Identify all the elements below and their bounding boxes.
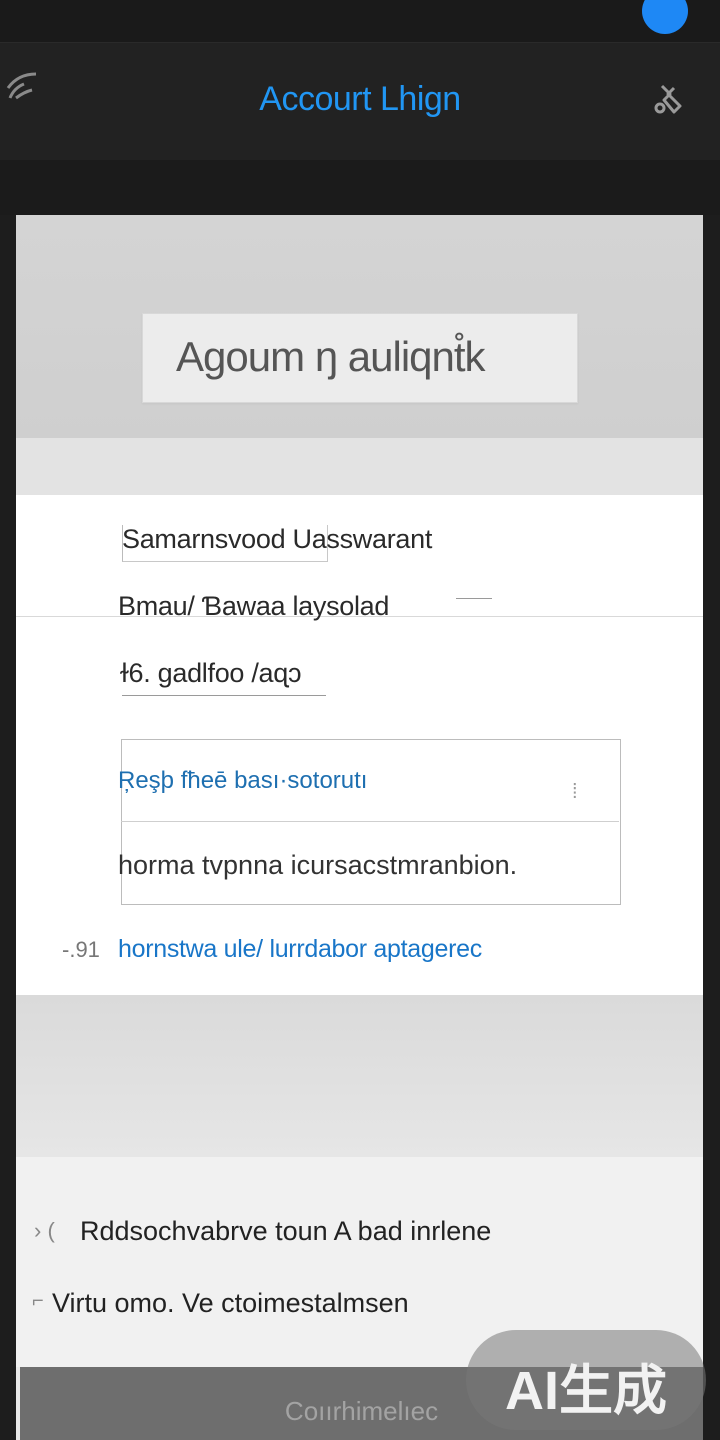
option-marker-icon: ⌐: [32, 1290, 44, 1312]
text-cursor-icon: ⁞: [572, 781, 578, 803]
ai-watermark-text: AI生成: [505, 1361, 667, 1421]
forgot-password-link[interactable]: hornstwa ule/ lurrdabor aptagerec: [118, 935, 482, 964]
spacer-section: [16, 995, 703, 1157]
input-divider: [121, 821, 619, 822]
email-label[interactable]: Bmau/ Ɓawaa laysolad: [118, 591, 389, 622]
email-underline: [456, 598, 492, 599]
option-item-1[interactable]: Rddsochvabrve toun A bad inrlene: [80, 1216, 491, 1247]
chevron-right-icon: › (: [34, 1218, 55, 1243]
section-separator: [16, 438, 703, 495]
account-name-text: Agoum ŋ auliqnt̊k: [176, 333, 486, 380]
settings-icon[interactable]: [650, 80, 688, 118]
status-bar: [0, 0, 720, 43]
password-label[interactable]: ɫ6. gadlfoo /aɋɔ: [120, 658, 301, 689]
page-title: Accourt Lhign: [259, 80, 461, 118]
password-underline: [122, 695, 326, 696]
username-label: Samarnsvood Uasswarant: [122, 524, 433, 554]
option-item-2[interactable]: Virtu omo. Ve ctoimestalmsen: [52, 1288, 409, 1319]
header-spacer: [0, 160, 720, 215]
link-prefix: -.91: [62, 937, 100, 962]
credential-input-value[interactable]: Ŗeşþ fħeē bası·sotorutı: [118, 767, 367, 795]
credential-input-hint[interactable]: horma tvpnna icursacstmranbion.: [118, 850, 517, 881]
